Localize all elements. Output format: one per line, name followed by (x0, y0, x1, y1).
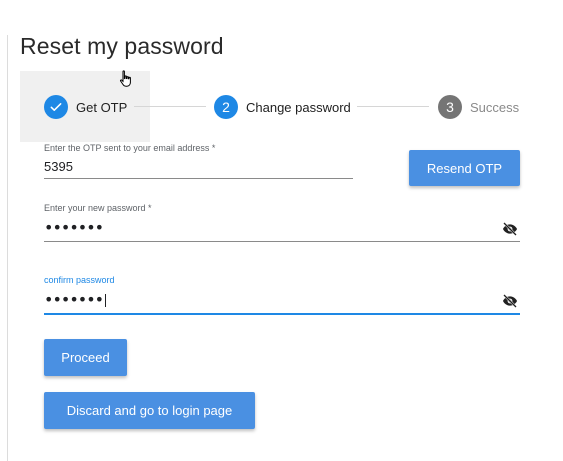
page-title: Reset my password (20, 33, 224, 59)
new-password-label: Enter your new password * (44, 203, 152, 213)
container-left-border (7, 35, 8, 461)
step-number-2: 2 (214, 95, 238, 119)
otp-input[interactable]: 5395 (44, 159, 73, 174)
step-connector (134, 106, 206, 107)
confirm-password-underline (44, 313, 520, 315)
otp-field[interactable]: Enter the OTP sent to your email address… (44, 143, 354, 180)
hand-cursor-icon (120, 70, 131, 87)
discard-button[interactable]: Discard and go to login page (44, 392, 255, 429)
confirm-password-input[interactable]: ••••••• (44, 290, 107, 309)
step-label-get-otp: Get OTP (76, 99, 128, 115)
step-connector (357, 106, 429, 107)
new-password-input[interactable]: ••••••• (44, 220, 104, 236)
new-password-field[interactable]: Enter your new password * ••••••• (44, 203, 520, 243)
confirm-password-label: confirm password (44, 275, 115, 285)
otp-field-underline (44, 178, 353, 179)
step-change-password[interactable]: 2 Change password (214, 95, 351, 119)
confirm-password-field[interactable]: confirm password ••••••• (44, 275, 520, 317)
check-icon (44, 95, 68, 119)
reset-password-page: Reset my password Get OTP 2 Change passw… (0, 0, 563, 461)
step-number-3: 3 (438, 95, 462, 119)
step-label-change-password: Change password (246, 99, 351, 115)
resend-otp-button[interactable]: Resend OTP (409, 150, 520, 186)
eye-off-icon[interactable] (500, 293, 520, 309)
text-caret (105, 294, 107, 307)
step-get-otp[interactable]: Get OTP (44, 95, 127, 119)
proceed-button[interactable]: Proceed (44, 339, 127, 376)
step-label-success: Success (470, 99, 520, 115)
step-success[interactable]: 3 Success (438, 95, 519, 119)
confirm-password-dots: ••••••• (44, 290, 104, 309)
new-password-underline (44, 241, 520, 242)
eye-off-icon[interactable] (500, 221, 520, 237)
otp-field-label: Enter the OTP sent to your email address… (44, 143, 216, 153)
